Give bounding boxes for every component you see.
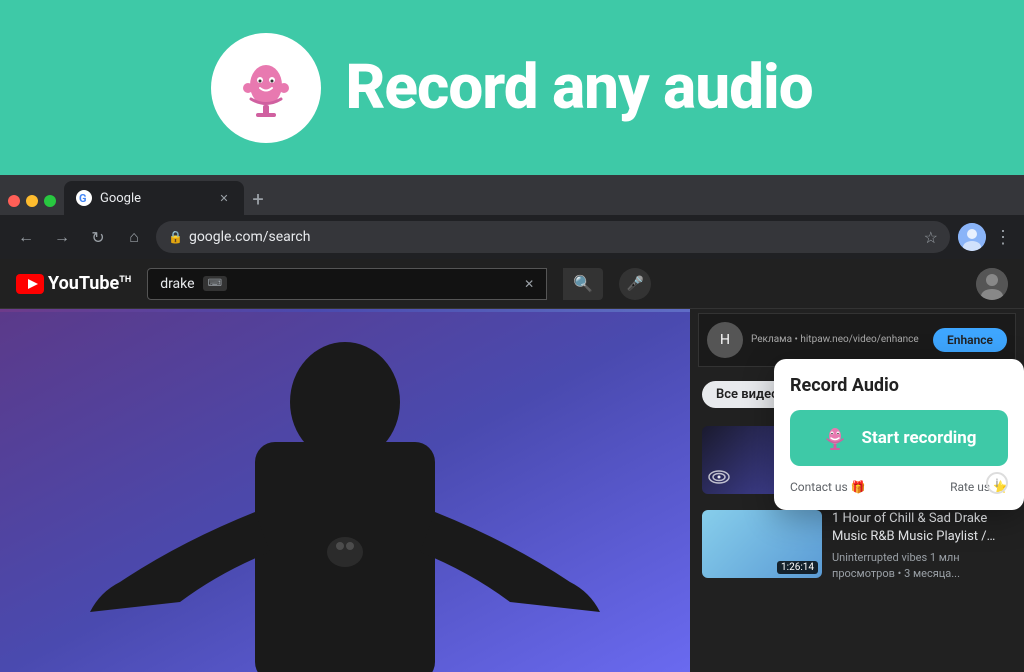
youtube-header: YouTubeTH drake ⌨ ✕ 🔍 🎤 — [0, 259, 1024, 309]
wave-icon — [708, 469, 730, 488]
youtube-container: YouTubeTH drake ⌨ ✕ 🔍 🎤 — [0, 259, 1024, 672]
youtube-play-icon — [20, 277, 40, 291]
minimize-traffic-light[interactable] — [26, 195, 38, 207]
hero-logo — [211, 33, 321, 143]
start-recording-button[interactable]: Start recording — [790, 410, 1008, 466]
browser-content: YouTubeTH drake ⌨ ✕ 🔍 🎤 — [0, 259, 1024, 672]
profile-button[interactable] — [958, 223, 986, 251]
youtube-video-area — [0, 309, 690, 672]
active-tab[interactable]: G Google ✕ — [64, 181, 244, 215]
bookmark-icon[interactable]: ☆ — [924, 228, 938, 247]
ad-avatar: H — [707, 322, 743, 358]
hero-mic-icon — [231, 53, 301, 123]
browser-frame: G Google ✕ + ← → ↻ ⌂ 🔒 google.com/search… — [0, 175, 1024, 672]
video-title-2: 1 Hour of Chill & Sad Drake Music R&B Mu… — [832, 510, 1012, 546]
address-text: google.com/search — [189, 229, 311, 245]
youtube-mic-button[interactable]: 🎤 — [619, 268, 651, 300]
youtube-video-bg — [0, 309, 690, 672]
hero-banner: Record any audio — [0, 0, 1024, 175]
contact-us-link[interactable]: Contact us 🎁 — [790, 480, 866, 494]
forward-button[interactable]: → — [48, 223, 76, 251]
youtube-profile-avatar — [976, 268, 1008, 300]
youtube-logo: YouTubeTH — [16, 273, 131, 294]
youtube-main: H Реклама • hitpaw.neo/video/enhance Enh… — [0, 309, 1024, 672]
video-meta-2: Uninterrupted vibes 1 млн просмотров • 3… — [832, 550, 1012, 581]
tab-close-button[interactable]: ✕ — [216, 190, 232, 206]
record-popup-title: Record Audio — [790, 375, 1008, 396]
lock-icon: 🔒 — [168, 230, 183, 244]
youtube-logo-text: YouTubeTH — [48, 273, 131, 294]
hero-title: Record any audio — [345, 51, 812, 124]
refresh-button[interactable]: ↻ — [84, 223, 112, 251]
profile-avatar — [958, 223, 986, 251]
youtube-search-clear[interactable]: ✕ — [524, 277, 534, 291]
youtube-profile-button[interactable] — [976, 268, 1008, 300]
address-bar-row: ← → ↻ ⌂ 🔒 google.com/search ☆ ⋮ — [0, 215, 1024, 259]
google-favicon: G — [76, 190, 92, 206]
record-btn-mic-icon — [821, 424, 849, 452]
address-bar[interactable]: 🔒 google.com/search ☆ — [156, 221, 950, 253]
youtube-sidebar: H Реклама • hitpaw.neo/video/enhance Enh… — [690, 309, 1024, 672]
youtube-search-text: drake — [160, 276, 194, 292]
tab-label: Google — [100, 191, 208, 206]
start-recording-label: Start recording — [861, 428, 976, 448]
svg-text:G: G — [79, 192, 87, 205]
youtube-search-bar[interactable]: drake ⌨ ✕ — [147, 268, 547, 300]
video-item-2[interactable]: 1:26:14 1 Hour of Chill & Sad Drake Musi… — [698, 502, 1016, 589]
youtube-logo-sup: TH — [119, 275, 131, 285]
radio-wave-icon — [708, 470, 730, 484]
youtube-search-button[interactable]: 🔍 — [563, 268, 603, 300]
video-person-silhouette — [0, 312, 690, 672]
record-popup-footer: Contact us 🎁 Rate us ⭐ — [790, 480, 1008, 494]
home-button[interactable]: ⌂ — [120, 223, 148, 251]
new-tab-button[interactable]: + — [244, 185, 272, 213]
youtube-logo-icon — [16, 274, 44, 294]
traffic-lights — [8, 195, 64, 215]
tab-bar: G Google ✕ + — [0, 175, 1024, 215]
browser-menu-button[interactable]: ⋮ — [994, 227, 1012, 248]
youtube-search-kbd: ⌨ — [203, 276, 227, 291]
video-info-2: 1 Hour of Chill & Sad Drake Music R&B Mu… — [832, 510, 1012, 581]
record-audio-popup: Record Audio — [774, 359, 1024, 510]
ad-text: Реклама • hitpaw.neo/video/enhance — [751, 334, 925, 347]
ad-button[interactable]: Enhance — [933, 328, 1007, 352]
maximize-traffic-light[interactable] — [44, 195, 56, 207]
info-button[interactable]: i — [986, 472, 1008, 494]
close-traffic-light[interactable] — [8, 195, 20, 207]
ad-label: Реклама • hitpaw.neo/video/enhance — [751, 334, 925, 345]
back-button[interactable]: ← — [12, 223, 40, 251]
video-thumb-2: 1:26:14 — [702, 510, 822, 578]
video-duration-2: 1:26:14 — [777, 561, 818, 574]
